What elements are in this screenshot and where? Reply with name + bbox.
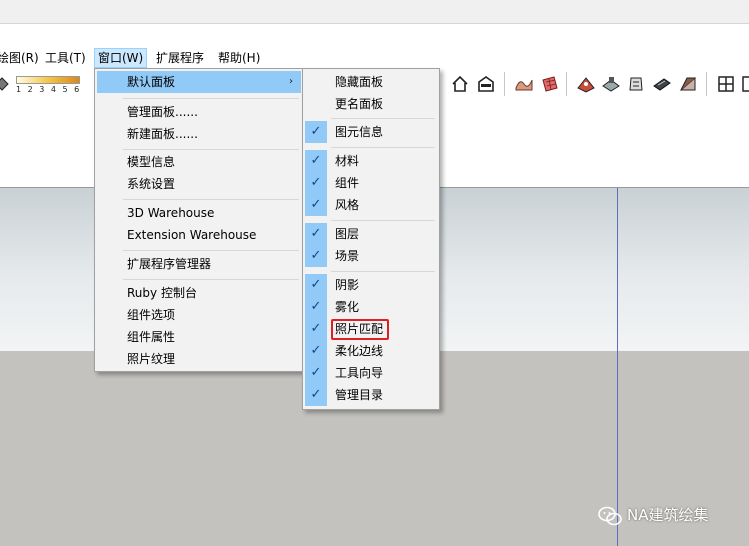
default-panel-submenu: 隐藏面板 更名面板 ✓ 图元信息 ✓ 材料 ✓ 组件 ✓ 风格 ✓ 图层 ✓ 场… xyxy=(302,68,440,410)
menu-separator xyxy=(123,199,299,200)
submenu-item-styles[interactable]: 风格 xyxy=(305,194,437,216)
menu-item-3d-warehouse[interactable]: 3D Warehouse xyxy=(97,202,301,224)
menu-item-component-attributes[interactable]: 组件属性 xyxy=(97,326,301,348)
menu-separator xyxy=(123,98,299,99)
menu-item-extension-manager[interactable]: 扩展程序管理器 xyxy=(97,253,301,275)
toolbar-separator xyxy=(566,72,567,96)
sandbox-from-scratch-icon[interactable] xyxy=(540,74,560,94)
table-icon[interactable] xyxy=(716,74,736,94)
window-title-strip xyxy=(0,0,749,24)
menu-bar: 绘图(R) 工具(T) 窗口(W) 扩展程序 帮助(H) xyxy=(0,48,749,68)
window-menu-dropdown: 默认面板 › 管理面板...... 新建面板...... 模型信息 系统设置 3… xyxy=(94,68,304,372)
menu-separator xyxy=(123,250,299,251)
submenu-item-hide-panels[interactable]: 隐藏面板 xyxy=(305,71,437,93)
toolbar-separator xyxy=(706,72,707,96)
grid-icon[interactable] xyxy=(740,74,749,94)
submenu-item-soften-edges[interactable]: 柔化边线 xyxy=(305,340,437,362)
menu-separator xyxy=(123,149,299,150)
menu-item-model-info[interactable]: 模型信息 xyxy=(97,151,301,173)
menu-item-new-panel[interactable]: 新建面板...... xyxy=(97,123,301,145)
watermark-text: NA建筑绘集 xyxy=(627,506,709,524)
menu-item-label: 默认面板 xyxy=(127,75,176,89)
flip-edge-icon[interactable] xyxy=(678,74,698,94)
paint-bucket-icon[interactable] xyxy=(0,74,12,94)
menu-separator xyxy=(331,271,435,272)
submenu-item-materials[interactable]: 材料 xyxy=(305,150,437,172)
menu-item-default-panel[interactable]: 默认面板 › xyxy=(97,71,301,93)
menu-extensions[interactable]: 扩展程序 xyxy=(153,48,207,68)
submenu-item-entity-info[interactable]: 图元信息 xyxy=(305,121,437,143)
menu-item-component-options[interactable]: 组件选项 xyxy=(97,304,301,326)
menu-separator xyxy=(123,279,299,280)
submenu-item-fog[interactable]: 雾化 xyxy=(305,296,437,318)
wechat-icon xyxy=(597,505,623,527)
smoove-icon[interactable] xyxy=(576,74,596,94)
menu-separator xyxy=(331,147,435,148)
submenu-item-instructor[interactable]: 工具向导 xyxy=(305,362,437,384)
menu-item-ruby-console[interactable]: Ruby 控制台 xyxy=(97,282,301,304)
submenu-item-shadows[interactable]: 阴影 xyxy=(305,274,437,296)
menu-item-photo-textures[interactable]: 照片纹理 xyxy=(97,348,301,370)
stamp-icon[interactable] xyxy=(601,74,621,94)
red-highlight-box xyxy=(331,319,389,340)
add-detail-icon[interactable] xyxy=(652,74,672,94)
toolbar-separator xyxy=(504,72,505,96)
color-ramp-ruler: 1 2 3 4 5 6 xyxy=(14,76,80,96)
menu-help[interactable]: 帮助(H) xyxy=(215,48,263,68)
submenu-item-rename-panel[interactable]: 更名面板 xyxy=(305,93,437,115)
menu-draw[interactable]: 绘图(R) xyxy=(0,48,42,68)
store-icon[interactable] xyxy=(476,74,496,94)
menu-item-extension-warehouse[interactable]: Extension Warehouse xyxy=(97,224,301,246)
menu-tools[interactable]: 工具(T) xyxy=(42,48,89,68)
submenu-item-scenes[interactable]: 场景 xyxy=(305,245,437,267)
menu-item-preferences[interactable]: 系统设置 xyxy=(97,173,301,195)
menu-separator xyxy=(331,118,435,119)
drape-icon[interactable] xyxy=(626,74,646,94)
blue-axis-line xyxy=(617,188,618,546)
color-ramp xyxy=(16,76,80,84)
menu-item-manage-panels[interactable]: 管理面板...... xyxy=(97,101,301,123)
watermark: NA建筑绘集 xyxy=(597,503,708,527)
sandbox-from-contours-icon[interactable] xyxy=(514,74,534,94)
menu-window[interactable]: 窗口(W) xyxy=(94,48,148,68)
submenu-arrow-icon: › xyxy=(289,76,293,87)
submenu-item-components[interactable]: 组件 xyxy=(305,172,437,194)
submenu-item-layers[interactable]: 图层 xyxy=(305,223,437,245)
ruler-numbers: 1 2 3 4 5 6 xyxy=(16,85,82,94)
submenu-item-outliner[interactable]: 管理目录 xyxy=(305,384,437,406)
menu-separator xyxy=(331,220,435,221)
house-icon[interactable] xyxy=(450,74,470,94)
